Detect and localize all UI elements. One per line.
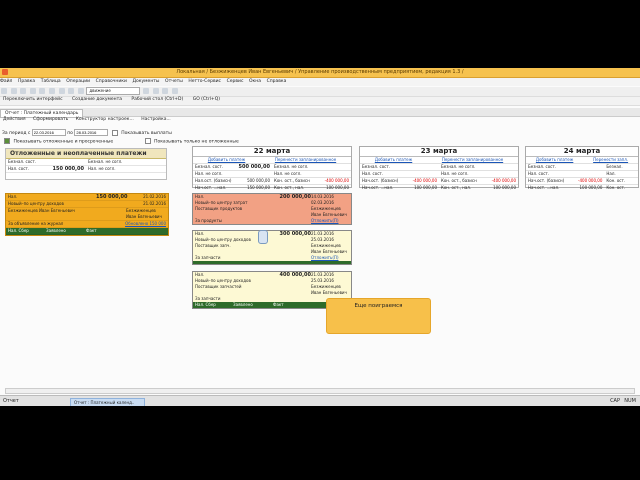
show-only-deferred-checkbox[interactable] bbox=[144, 138, 151, 144]
period-to-input[interactable] bbox=[74, 129, 109, 136]
help-icon[interactable] bbox=[171, 88, 178, 94]
show-deferred-checkbox[interactable] bbox=[4, 138, 10, 144]
deferred-cell: Нал. сост. 150 000,00 bbox=[6, 166, 86, 173]
toolbar-search-input[interactable]: движение bbox=[86, 87, 141, 95]
create-document-button[interactable]: Создание документа bbox=[72, 97, 122, 102]
go-button[interactable]: GO (Ctrl+Q) bbox=[193, 97, 220, 102]
day-column-23: 23 марта Добавить платеж Перенести заплан… bbox=[359, 146, 519, 190]
menu-item-help[interactable]: Справка bbox=[267, 79, 287, 84]
main-toolbar: движение bbox=[0, 87, 640, 97]
menu-item-documents[interactable]: Документы bbox=[133, 79, 160, 84]
switch-interface-button[interactable]: Переключить интерфейс bbox=[3, 97, 63, 102]
day-title: 22 марта bbox=[193, 147, 351, 157]
deferred-cell: Безнал. сост. bbox=[6, 159, 86, 166]
action-bar: Действия Сформировать Конструктор настро… bbox=[0, 117, 640, 126]
left-payment-card[interactable]: Нал. 150 000,00 21.02.2016 Новый–по центру… bbox=[5, 193, 169, 236]
menu-item-netto[interactable]: Нетто-Сервис bbox=[188, 79, 221, 84]
menu-item-table[interactable]: Таблица bbox=[41, 79, 61, 84]
status-bar: Отчет Отчет : Платежный календ.. CAP NUM bbox=[0, 395, 640, 406]
status-left: Отчет bbox=[3, 398, 19, 404]
show-paid-checkbox[interactable] bbox=[111, 129, 118, 136]
deferred-panel: Отложенные и неоплаченные платежи Безнал… bbox=[5, 148, 167, 180]
calendar-icon[interactable] bbox=[162, 88, 169, 94]
secondary-toolbar: Переключить интерфейс Создание документа… bbox=[0, 97, 640, 106]
deferred-params: Показывать отложенные и просроченные Пок… bbox=[2, 138, 239, 145]
paste-icon[interactable] bbox=[58, 88, 65, 94]
left-card-amount: 150 000,00 bbox=[96, 194, 128, 200]
day-column-24: 24 марта Добавить платеж Перенести запл. … bbox=[525, 146, 639, 190]
actions-menu[interactable]: Действия bbox=[3, 117, 26, 122]
new-icon[interactable] bbox=[1, 88, 7, 94]
left-card-link[interactable]: Обновлено 150 000 bbox=[125, 221, 166, 227]
menu-bar: Файл Правка Таблица Операции Справочники… bbox=[0, 78, 640, 86]
menu-item-reports[interactable]: Отчеты bbox=[165, 79, 183, 84]
menu-item-operations[interactable]: Операции bbox=[66, 79, 90, 84]
payment-card[interactable]: Нал. 300 000,00 21.03.2016 Новый–по центру… bbox=[192, 230, 352, 265]
caps-indicator: CAP bbox=[610, 398, 620, 404]
hand-cursor-icon bbox=[258, 230, 268, 244]
copy-icon[interactable] bbox=[48, 88, 55, 94]
horizontal-scrollbar[interactable] bbox=[5, 388, 635, 394]
show-only-deferred-label: Показывать только не отложенные bbox=[154, 139, 239, 145]
menu-item-service[interactable]: Сервис bbox=[227, 79, 244, 84]
payment-card[interactable]: Нал. 200 000,00 14.03.2016 Новый–по центру… bbox=[192, 193, 352, 225]
annotation-tooltip: Еще поиграемся bbox=[326, 298, 431, 334]
menu-item-windows[interactable]: Окна bbox=[249, 79, 261, 84]
day-title: 24 марта bbox=[526, 147, 638, 157]
generate-button[interactable]: Сформировать bbox=[33, 117, 68, 122]
save-icon[interactable] bbox=[20, 88, 27, 94]
calc-icon[interactable] bbox=[152, 88, 159, 94]
period-to-label: по bbox=[67, 131, 73, 136]
tab-bar: Отчет : Платежный календарь bbox=[0, 108, 640, 118]
menu-item-file[interactable]: Файл bbox=[0, 79, 12, 84]
cut-icon[interactable] bbox=[39, 88, 46, 94]
day-column-22: 22 марта Добавить платеж Перенести заплан… bbox=[192, 146, 352, 190]
desktop-button[interactable]: Рабочий стол (Ctrl+D) bbox=[131, 97, 183, 102]
settings-button[interactable]: Настройка... bbox=[141, 117, 171, 122]
period-params: За период с по Показывать выплаты bbox=[2, 129, 172, 136]
num-indicator: NUM bbox=[624, 398, 636, 404]
undo-icon[interactable] bbox=[68, 88, 75, 94]
settings-constructor-button[interactable]: Конструктор настроек... bbox=[76, 117, 134, 122]
print-icon[interactable] bbox=[29, 88, 36, 94]
show-paid-label: Показывать выплаты bbox=[121, 131, 172, 136]
title-bar: Локальная / Безжиженцев Иван Евгеньевич … bbox=[0, 68, 640, 78]
menu-item-edit[interactable]: Правка bbox=[18, 79, 35, 84]
period-label: За период с bbox=[2, 131, 31, 136]
menu-item-catalogs[interactable]: Справочники bbox=[96, 79, 127, 84]
deferred-value: 150 000,00 bbox=[52, 166, 84, 172]
deferred-cell: Нал. не согл. bbox=[86, 166, 166, 173]
search-icon[interactable] bbox=[142, 88, 149, 94]
taskbar-report-tab[interactable]: Отчет : Платежный календ.. bbox=[70, 398, 145, 406]
postpone-link[interactable]: Отложить(П) bbox=[311, 218, 339, 224]
deferred-panel-title: Отложенные и неоплаченные платежи bbox=[6, 149, 166, 159]
show-deferred-label: Показывать отложенные и просроченные bbox=[13, 139, 114, 145]
redo-icon[interactable] bbox=[77, 88, 84, 94]
period-from-input[interactable] bbox=[31, 129, 66, 136]
open-icon[interactable] bbox=[10, 88, 17, 94]
day-title: 23 марта bbox=[360, 147, 518, 157]
app-window: Локальная / Безжиженцев Иван Евгеньевич … bbox=[0, 68, 640, 406]
window-title: Локальная / Безжиженцев Иван Евгеньевич … bbox=[176, 69, 464, 75]
deferred-cell: Безнал. не согл. bbox=[86, 159, 166, 166]
